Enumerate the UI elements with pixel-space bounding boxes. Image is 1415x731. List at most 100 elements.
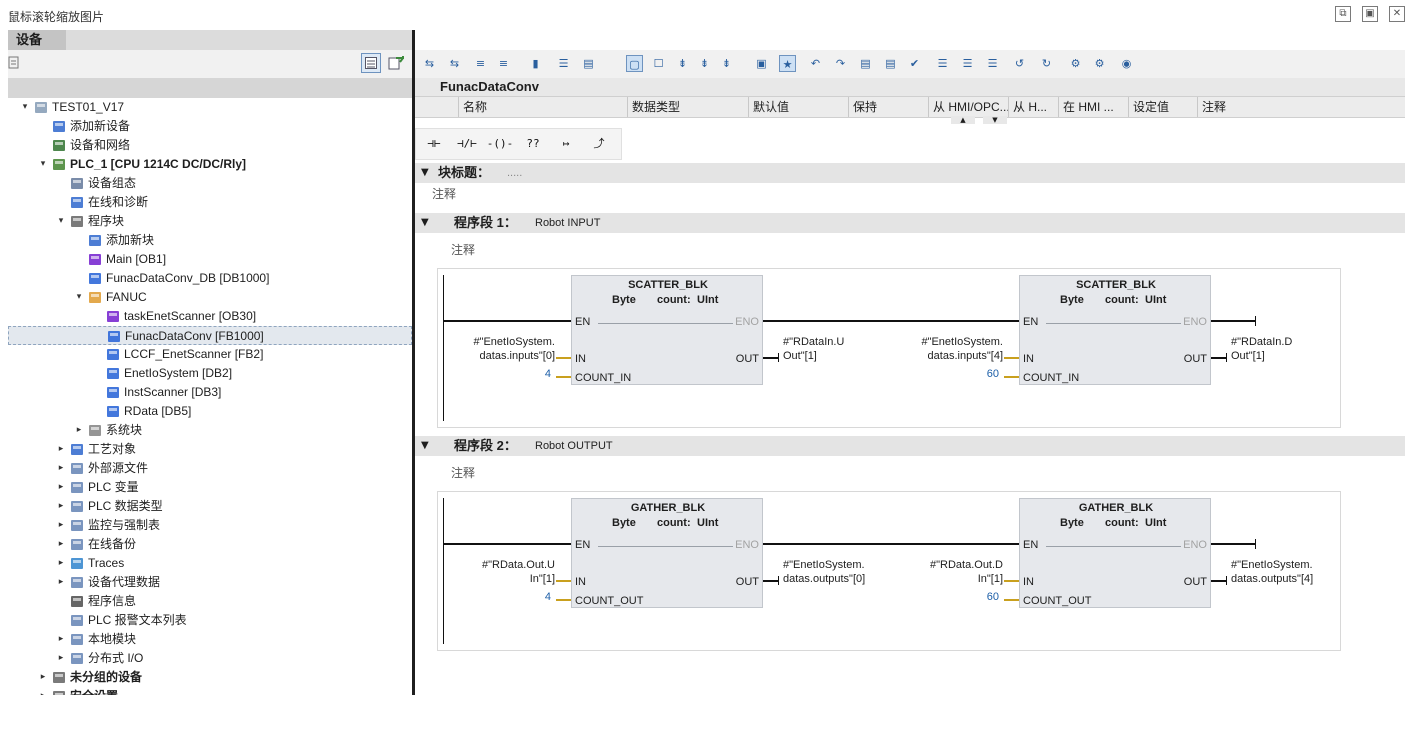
absolute-operands-icon[interactable]: ☰ (555, 55, 572, 72)
expand-toggle-icon[interactable]: ▸ (56, 516, 66, 535)
outdent-icon[interactable]: ☰ (959, 55, 976, 72)
column-header[interactable]: 名称 (458, 97, 627, 117)
in-operand[interactable]: #"EnetIoSystem. datas.inputs"[4] (889, 335, 1003, 363)
column-header[interactable]: 从 HMI/OPC... (928, 97, 1008, 117)
block-title-value[interactable]: ..... (507, 163, 522, 183)
normally-closed-contact-icon[interactable]: ⊣/⊢ (453, 135, 481, 153)
collapse-icon[interactable]: ▼ (421, 436, 429, 456)
tree-item[interactable]: ▸ 设备代理数据 (8, 573, 412, 592)
out-operand[interactable]: #"EnetIoSystem. datas.outputs"[4] (1231, 558, 1351, 586)
expand-toggle-icon[interactable]: ▸ (38, 687, 48, 695)
maximize-icon[interactable]: ▣ (1362, 6, 1378, 22)
column-header[interactable]: 从 H... (1008, 97, 1058, 117)
insert-network-icon[interactable]: ⇆ (421, 55, 438, 72)
column-header[interactable]: 默认值 (748, 97, 848, 117)
tree-settings-icon[interactable] (8, 56, 20, 70)
box-datatype[interactable]: Byte (1060, 517, 1084, 529)
tree-item[interactable]: ▸ 在线备份 (8, 535, 412, 554)
tree-item[interactable]: taskEnetScanner [OB30] (8, 307, 412, 326)
open-all-icon[interactable]: ⇟ (674, 55, 691, 72)
empty-box-icon[interactable]: ?? (519, 135, 547, 153)
tree-item[interactable]: ▸ 分布式 I/O (8, 649, 412, 668)
tree-item[interactable]: ▸ 本地模块 (8, 630, 412, 649)
networks-overview-icon[interactable]: ▤ (580, 55, 597, 72)
normally-open-contact-icon[interactable]: ⊣⊢ (420, 135, 448, 153)
network-comment[interactable]: 注释 (451, 464, 475, 481)
tree-item[interactable]: ▸ PLC 变量 (8, 478, 412, 497)
expand-toggle-icon[interactable]: ▸ (56, 554, 66, 573)
expand-all-icon[interactable]: ⇟ (718, 55, 735, 72)
go-to-next-icon[interactable]: ↷ (832, 55, 849, 72)
monitor-all-icon[interactable]: ↻ (1038, 55, 1055, 72)
tree-icon[interactable]: ☰ (984, 55, 1001, 72)
tree-item[interactable]: EnetIoSystem [DB2] (8, 364, 412, 383)
in-operand[interactable]: #"EnetIoSystem. datas.inputs"[0] (441, 335, 555, 363)
column-header[interactable]: 设定值 (1128, 97, 1197, 117)
column-header[interactable]: 注释 (1197, 97, 1405, 117)
tree-item[interactable]: 添加新块 (8, 231, 412, 250)
collapse-icon[interactable]: ▼ (421, 163, 429, 183)
expand-toggle-icon[interactable]: ▸ (56, 630, 66, 649)
expand-toggle-icon[interactable]: ▾ (74, 288, 84, 307)
expand-toggle-icon[interactable]: ▾ (56, 212, 66, 231)
tree-item[interactable]: ▸ 未分组的设备 (8, 668, 412, 687)
comments-icon[interactable]: ☐ (650, 55, 667, 72)
tree-item[interactable]: 添加新设备 (8, 117, 412, 136)
popout-icon[interactable]: ⧉ (1335, 6, 1351, 22)
in-operand[interactable]: #"RData.Out.D In"[1] (889, 558, 1003, 586)
export-icon[interactable] (388, 55, 404, 71)
tree-item[interactable]: Main [OB1] (8, 250, 412, 269)
box-datatype[interactable]: Byte (612, 294, 636, 306)
function-box[interactable]: GATHER_BLK Byte count: UInt EN ENO IN COUNT_OUT… (1019, 498, 1211, 608)
coil-icon[interactable]: -()- (486, 135, 514, 153)
function-box[interactable]: SCATTER_BLK Byte count: UInt EN ENO IN COUNT_IN… (1019, 275, 1211, 385)
tree-item[interactable]: ▸ 外部源文件 (8, 459, 412, 478)
count-value[interactable]: 60 (969, 368, 999, 380)
tree-item[interactable]: 设备组态 (8, 174, 412, 193)
tree-item[interactable]: ▸ 安全设置 (8, 687, 412, 695)
tree-item[interactable]: ▸ 监控与强制表 (8, 516, 412, 535)
tree-item[interactable]: RData [DB5] (8, 402, 412, 421)
splitter-down-icon[interactable]: ▼ (983, 116, 1007, 124)
tree-item[interactable]: ▾ TEST01_V17 (8, 98, 412, 117)
network-title[interactable]: Robot INPUT (535, 213, 600, 233)
db-status-icon[interactable]: ◉ (1118, 55, 1135, 72)
compile-icon[interactable]: ✔ (906, 55, 923, 72)
column-header[interactable]: 在 HMI ... (1058, 97, 1128, 117)
tree-item[interactable]: ▾ 程序块 (8, 212, 412, 231)
in-operand[interactable]: #"RData.Out.U In"[1] (441, 558, 555, 586)
tree-item[interactable]: FunacDataConv_DB [DB1000] (8, 269, 412, 288)
function-box[interactable]: GATHER_BLK Byte count: UInt EN ENO IN COUNT_OUT… (571, 498, 763, 608)
call-structure-icon[interactable]: ⚙ (1091, 55, 1108, 72)
tree-item[interactable]: ▸ Traces (8, 554, 412, 573)
expand-toggle-icon[interactable]: ▾ (38, 155, 48, 174)
tree-item[interactable]: ▸ PLC 数据类型 (8, 497, 412, 516)
tree-item[interactable]: PLC 报警文本列表 (8, 611, 412, 630)
box-datatype[interactable]: Byte (612, 517, 636, 529)
insert-row-icon[interactable]: ≡ (472, 55, 489, 72)
monitor-icon[interactable]: ↺ (1011, 55, 1028, 72)
column-header[interactable]: 保持 (848, 97, 928, 117)
function-box[interactable]: SCATTER_BLK Byte count: UInt EN ENO IN COUNT_IN… (571, 275, 763, 385)
close-all-icon[interactable]: ⇟ (696, 55, 713, 72)
box-datatype[interactable]: Byte (1060, 294, 1084, 306)
expand-toggle-icon[interactable]: ▸ (56, 573, 66, 592)
count-value[interactable]: 60 (969, 591, 999, 603)
delete-network-icon[interactable]: ⇆ (446, 55, 463, 72)
show-favorites-icon[interactable]: ▣ (753, 55, 770, 72)
box-count-type[interactable]: UInt (1145, 294, 1166, 306)
collapse-icon[interactable]: ▼ (421, 213, 429, 233)
count-value[interactable]: 4 (521, 591, 551, 603)
column-header[interactable]: 数据类型 (627, 97, 748, 117)
out-operand[interactable]: #"RDataIn.D Out"[1] (1231, 335, 1351, 363)
count-value[interactable]: 4 (521, 368, 551, 380)
out-operand[interactable]: #"RDataIn.U Out"[1] (783, 335, 903, 363)
tree-item[interactable]: 设备和网络 (8, 136, 412, 155)
network-comment[interactable]: 注释 (451, 241, 475, 258)
tree-item[interactable]: 在线和诊断 (8, 193, 412, 212)
favorites-icon[interactable]: ▢ (626, 55, 643, 72)
go-to-previous-icon[interactable]: ↶ (807, 55, 824, 72)
expand-toggle-icon[interactable]: ▸ (56, 440, 66, 459)
network-title[interactable]: Robot OUTPUT (535, 436, 613, 456)
expand-toggle-icon[interactable]: ▸ (56, 459, 66, 478)
